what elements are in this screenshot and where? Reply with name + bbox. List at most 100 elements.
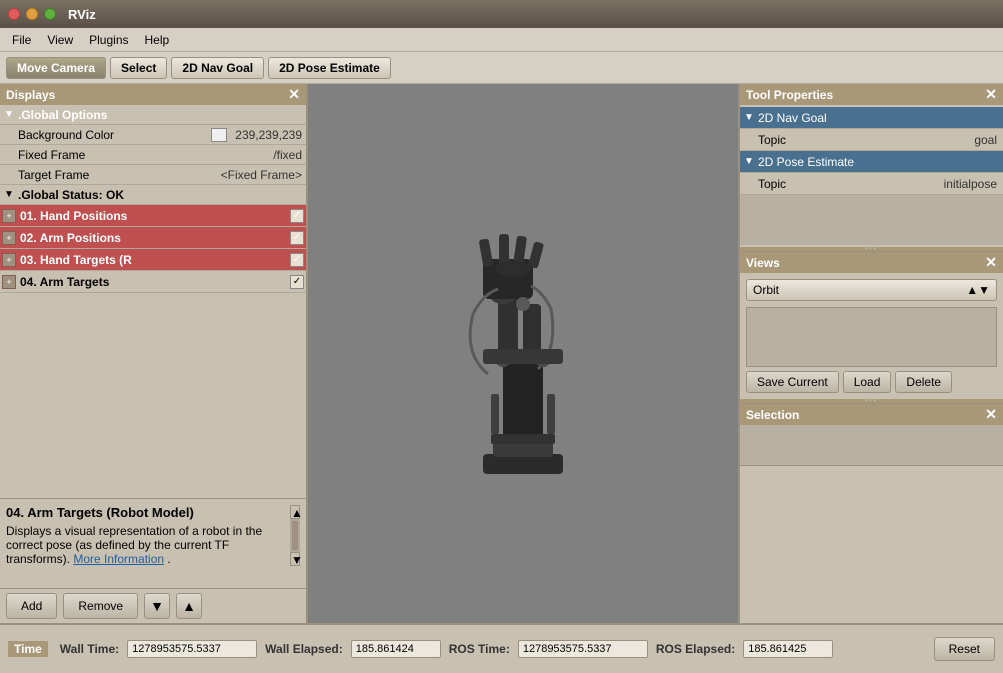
nav-goal-topic-value[interactable]: goal <box>968 131 1003 149</box>
item-01-label: 01. Hand Positions <box>18 209 290 223</box>
views-saved-list <box>746 307 997 367</box>
global-status-header[interactable]: ▼ .Global Status: OK <box>0 185 306 205</box>
views-type-dropdown[interactable]: Orbit ▲▼ <box>746 279 997 301</box>
tool-properties-title: Tool Properties <box>746 88 833 102</box>
item-01-expand-icon[interactable]: + <box>2 209 16 223</box>
item-04-label: 04. Arm Targets <box>18 275 290 289</box>
pose-estimate-topic-label: Topic <box>754 175 938 193</box>
selection-content <box>740 425 1003 465</box>
app-title: RViz <box>68 7 96 22</box>
menu-help[interactable]: Help <box>137 31 178 49</box>
item-02-label: 02. Arm Positions <box>18 231 290 245</box>
bg-color-swatch[interactable] <box>211 128 227 142</box>
views-header: Views ✕ <box>740 252 1003 273</box>
item-03-label: 03. Hand Targets (R <box>18 253 290 267</box>
pose-estimate-label: 2D Pose Estimate <box>754 153 1003 171</box>
description-scroll-area: 04. Arm Targets (Robot Model) Displays a… <box>6 505 300 566</box>
displays-header: Displays ✕ <box>0 84 306 105</box>
title-bar: RViz <box>0 0 1003 28</box>
wall-time-label: Wall Time: <box>60 642 119 656</box>
nav-goal-topic-label: Topic <box>754 131 968 149</box>
description-panel: 04. Arm Targets (Robot Model) Displays a… <box>0 498 306 588</box>
displays-close-icon[interactable]: ✕ <box>288 86 300 103</box>
desc-title: 04. Arm Targets (Robot Model) <box>6 505 290 520</box>
nav-goal-topic-row: Topic goal <box>740 129 1003 151</box>
ros-elapsed-input[interactable] <box>743 640 833 658</box>
remove-display-button[interactable]: Remove <box>63 593 138 619</box>
global-options-label: .Global Options <box>18 108 302 122</box>
load-view-button[interactable]: Load <box>843 371 892 393</box>
item-02-checkbox[interactable]: ✓ <box>290 231 304 245</box>
views-current-type: Orbit <box>753 283 779 297</box>
views-close-icon[interactable]: ✕ <box>985 254 997 271</box>
global-status-expand-icon[interactable]: ▼ <box>4 189 18 200</box>
fixed-frame-value: /fixed <box>273 148 302 162</box>
displays-content: ▼ .Global Options Background Color 239,2… <box>0 105 306 498</box>
display-item-02[interactable]: + 02. Arm Positions ✓ <box>0 227 306 249</box>
max-traffic-light[interactable] <box>44 8 56 20</box>
move-down-button[interactable]: ▼ <box>144 593 170 619</box>
wall-time-input[interactable] <box>127 640 257 658</box>
scroll-thumb[interactable] <box>292 521 298 550</box>
wall-elapsed-input[interactable] <box>351 640 441 658</box>
tool-properties-resize-handle[interactable] <box>740 247 1003 251</box>
pose-estimate-header-row[interactable]: ▼ 2D Pose Estimate <box>740 151 1003 173</box>
toolbar: Move Camera Select 2D Nav Goal 2D Pose E… <box>0 52 1003 84</box>
target-frame-label: Target Frame <box>18 168 217 182</box>
main-area: Displays ✕ ▼ .Global Options Background … <box>0 84 1003 623</box>
tool-move-camera[interactable]: Move Camera <box>6 57 106 79</box>
menu-view[interactable]: View <box>39 31 81 49</box>
desc-more-link[interactable]: More Information <box>73 552 164 566</box>
pose-estimate-expand-icon[interactable]: ▼ <box>740 156 754 167</box>
close-traffic-light[interactable] <box>8 8 20 20</box>
viewport-inner <box>308 84 738 623</box>
delete-view-button[interactable]: Delete <box>895 371 952 393</box>
description-text: 04. Arm Targets (Robot Model) Displays a… <box>6 505 290 566</box>
tool-2d-pose-estimate[interactable]: 2D Pose Estimate <box>268 57 391 79</box>
displays-title: Displays <box>6 88 55 102</box>
scroll-up-btn[interactable]: ▲ <box>290 505 300 519</box>
scroll-down-btn[interactable]: ▼ <box>290 552 300 566</box>
display-item-01[interactable]: + 01. Hand Positions ✓ <box>0 205 306 227</box>
tool-properties-content: ▼ 2D Nav Goal Topic goal ▼ 2D Pose Estim… <box>740 105 1003 247</box>
global-options-header[interactable]: ▼ .Global Options <box>0 105 306 125</box>
time-bar: Time Wall Time: Wall Elapsed: ROS Time: … <box>0 623 1003 673</box>
display-item-03[interactable]: + 03. Hand Targets (R ✓ <box>0 249 306 271</box>
add-display-button[interactable]: Add <box>6 593 57 619</box>
fixed-frame-row: Fixed Frame /fixed <box>0 145 306 165</box>
tool-properties-header: Tool Properties ✕ <box>740 84 1003 105</box>
item-04-checkbox[interactable]: ✓ <box>290 275 304 289</box>
reset-time-button[interactable]: Reset <box>934 637 995 661</box>
views-action-buttons: Save Current Load Delete <box>746 371 997 393</box>
selection-close-icon[interactable]: ✕ <box>985 406 997 423</box>
description-scrollbar[interactable]: ▲ ▼ <box>290 505 300 566</box>
bg-color-value: 239,239,239 <box>235 128 302 142</box>
pose-estimate-topic-value[interactable]: initialpose <box>938 175 1003 193</box>
nav-goal-label: 2D Nav Goal <box>754 109 1003 127</box>
ros-time-input[interactable] <box>518 640 648 658</box>
min-traffic-light[interactable] <box>26 8 38 20</box>
display-item-04[interactable]: + 04. Arm Targets ✓ <box>0 271 306 293</box>
bg-color-row: Background Color 239,239,239 <box>0 125 306 145</box>
ros-elapsed-label: ROS Elapsed: <box>656 642 735 656</box>
item-03-checkbox[interactable]: ✓ <box>290 253 304 267</box>
menu-file[interactable]: File <box>4 31 39 49</box>
item-03-expand-icon[interactable]: + <box>2 253 16 267</box>
nav-goal-expand-icon[interactable]: ▼ <box>740 112 754 123</box>
time-section-title: Time <box>8 641 48 657</box>
nav-goal-header-row[interactable]: ▼ 2D Nav Goal <box>740 107 1003 129</box>
viewport[interactable] <box>308 84 738 623</box>
menu-plugins[interactable]: Plugins <box>81 31 136 49</box>
views-resize-handle[interactable] <box>740 399 1003 403</box>
item-04-expand-icon[interactable]: + <box>2 275 16 289</box>
tool-2d-nav-goal[interactable]: 2D Nav Goal <box>171 57 264 79</box>
item-02-expand-icon[interactable]: + <box>2 231 16 245</box>
tool-properties-close-icon[interactable]: ✕ <box>985 86 997 103</box>
move-up-button[interactable]: ▲ <box>176 593 202 619</box>
global-options-expand-icon[interactable]: ▼ <box>4 109 18 120</box>
selection-header: Selection ✕ <box>740 404 1003 425</box>
save-current-button[interactable]: Save Current <box>746 371 839 393</box>
ros-time-label: ROS Time: <box>449 642 510 656</box>
tool-select[interactable]: Select <box>110 57 167 79</box>
item-01-checkbox[interactable]: ✓ <box>290 209 304 223</box>
